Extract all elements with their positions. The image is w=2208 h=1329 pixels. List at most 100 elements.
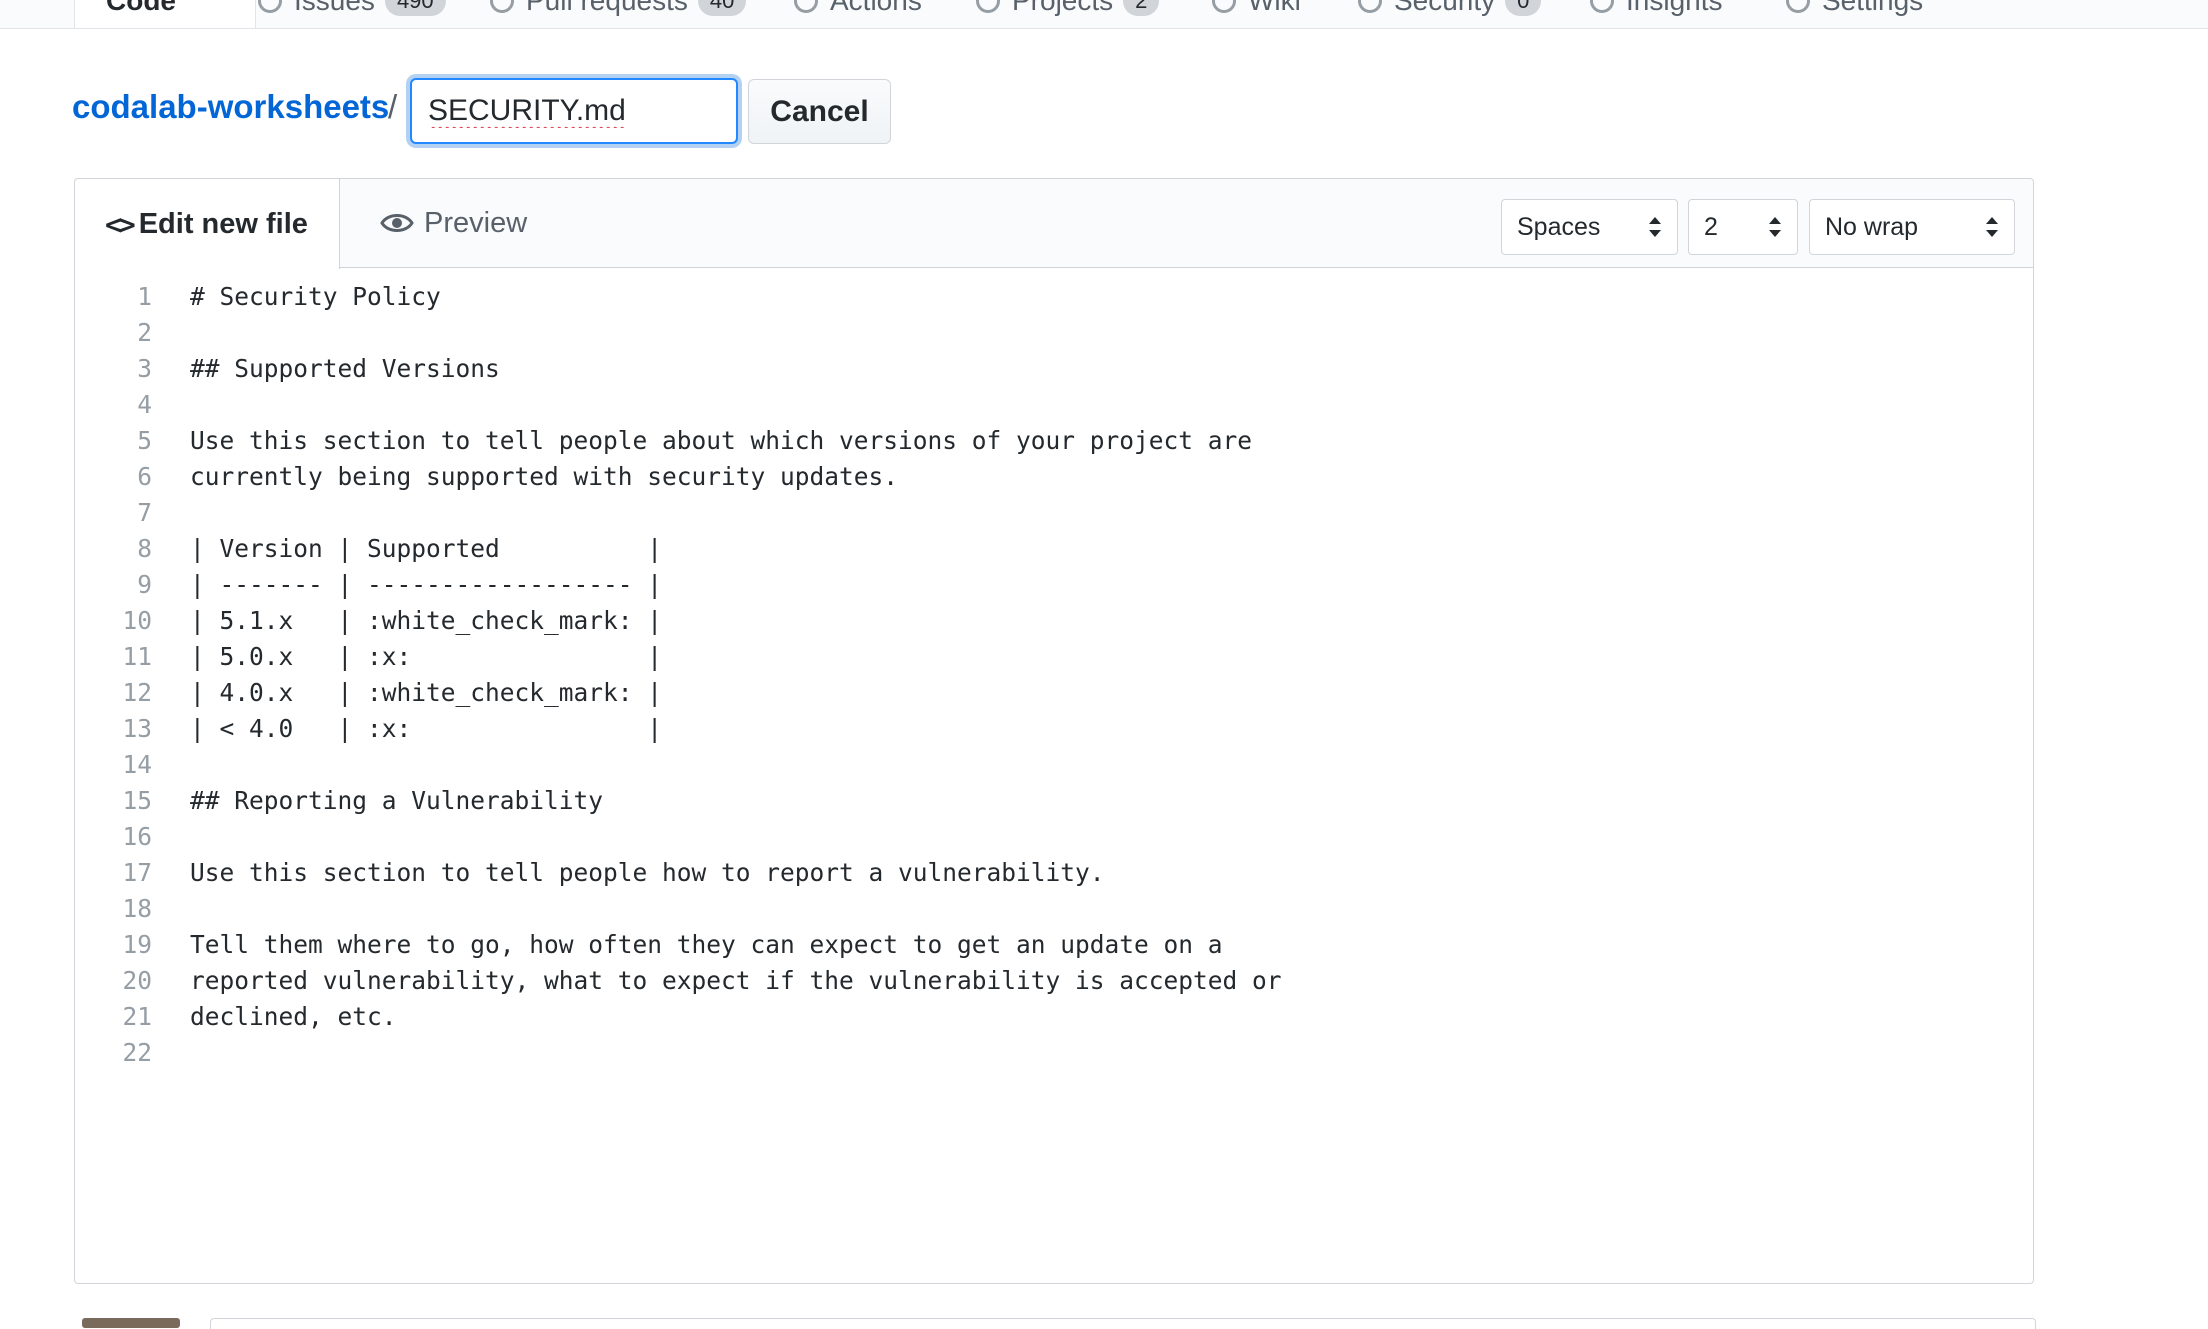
- line-number: 7: [137, 498, 152, 527]
- repo-tab-settings[interactable]: Settings: [1786, 0, 1923, 24]
- repo-name-link[interactable]: codalab-worksheets: [72, 88, 389, 126]
- counter-badge: 2: [1123, 0, 1160, 16]
- gear-icon: [1786, 0, 1810, 13]
- pull-request-icon: [490, 0, 514, 13]
- tab-label: Preview: [424, 206, 528, 239]
- line-number: 16: [122, 822, 152, 851]
- repo-tab-label: Actions: [830, 0, 922, 16]
- repo-tab-wiki[interactable]: Wiki: [1212, 0, 1301, 24]
- tab-edit-new-file[interactable]: <> Edit new file: [74, 178, 340, 269]
- shield-icon: [1358, 0, 1382, 13]
- counter-badge: 0: [1505, 0, 1542, 16]
- eye-icon: [380, 214, 414, 232]
- counter-badge: 490: [384, 0, 446, 16]
- line-number: 17: [122, 858, 152, 887]
- code-line[interactable]: 15 ## Reporting a Vulnerability: [75, 783, 2033, 819]
- code-line[interactable]: 9 | ------- | ------------------ |: [75, 567, 2033, 603]
- code-line[interactable]: 20 reported vulnerability, what to expect…: [75, 963, 2033, 999]
- line-number: 10: [122, 606, 152, 635]
- code-line[interactable]: 12 | 4.0.x | :white_check_mark: |: [75, 675, 2033, 711]
- line-text[interactable]: | 4.0.x | :white_check_mark: |: [190, 675, 662, 711]
- line-number: 1: [137, 282, 152, 311]
- line-number: 5: [137, 426, 152, 455]
- breadcrumb-separator: /: [388, 88, 398, 125]
- repo-tab-code[interactable]: Code: [106, 0, 176, 24]
- line-text[interactable]: | Version | Supported |: [190, 531, 662, 567]
- line-text[interactable]: # Security Policy: [190, 279, 441, 315]
- repo-tab-label: Issues: [294, 0, 375, 16]
- code-line[interactable]: 14: [75, 747, 2033, 783]
- line-number: 9: [137, 570, 152, 599]
- code-line[interactable]: 22: [75, 1035, 2033, 1071]
- repo-tab-actions[interactable]: Actions: [794, 0, 922, 24]
- line-text[interactable]: declined, etc.: [190, 999, 397, 1035]
- line-number: 18: [122, 894, 152, 923]
- repo-tab-pull-requests[interactable]: Pull requests 40: [490, 0, 747, 24]
- line-number: 3: [137, 354, 152, 383]
- code-line[interactable]: 6 currently being supported with security…: [75, 459, 2033, 495]
- code-line[interactable]: 10 | 5.1.x | :white_check_mark: |: [75, 603, 2033, 639]
- code-line[interactable]: 5 Use this section to tell people about w…: [75, 423, 2033, 459]
- issue-icon: [258, 0, 282, 13]
- line-text[interactable]: | ------- | ------------------ |: [190, 567, 662, 603]
- line-text[interactable]: | 5.1.x | :white_check_mark: |: [190, 603, 662, 639]
- code-line[interactable]: 4: [75, 387, 2033, 423]
- line-number: 20: [122, 966, 152, 995]
- line-text[interactable]: | 5.0.x | :x: |: [190, 639, 662, 675]
- commit-box: [210, 1318, 2036, 1329]
- line-text[interactable]: currently being supported with security …: [190, 459, 898, 495]
- repo-tab-insights[interactable]: Insights: [1590, 0, 1723, 24]
- select-arrows-icon: [1769, 217, 1781, 237]
- book-icon: [1212, 0, 1236, 13]
- code-line[interactable]: 2: [75, 315, 2033, 351]
- repo-tab-projects[interactable]: Projects 2: [976, 0, 1160, 24]
- repo-tab-label: Projects: [1012, 0, 1114, 16]
- line-number: 2: [137, 318, 152, 347]
- select-arrows-icon: [1986, 217, 1998, 237]
- line-number: 11: [122, 642, 152, 671]
- code-line[interactable]: 21 declined, etc.: [75, 999, 2033, 1035]
- line-number: 4: [137, 390, 152, 419]
- repo-tab-issues[interactable]: Issues 490: [258, 0, 446, 24]
- code-line[interactable]: 16: [75, 819, 2033, 855]
- line-number: 14: [122, 750, 152, 779]
- line-text[interactable]: ## Supported Versions: [190, 351, 500, 387]
- indent-size-select[interactable]: 2: [1688, 199, 1798, 255]
- code-line[interactable]: 1 # Security Policy: [75, 279, 2033, 315]
- code-line[interactable]: 8 | Version | Supported |: [75, 531, 2033, 567]
- wrap-mode-select[interactable]: No wrap: [1809, 199, 2015, 255]
- code-editor-area[interactable]: 1 # Security Policy 2 3 ## Supported Version…: [75, 279, 2033, 1071]
- line-text[interactable]: Use this section to tell people how to r…: [190, 855, 1105, 891]
- repo-nav: Code Issues 490 Pull requests 40 Actions P…: [0, 0, 2208, 29]
- indent-mode-select[interactable]: Spaces: [1501, 199, 1678, 255]
- tab-label: Edit new file: [138, 207, 308, 240]
- code-line[interactable]: 18: [75, 891, 2033, 927]
- code-line[interactable]: 3 ## Supported Versions: [75, 351, 2033, 387]
- graph-icon: [1590, 0, 1614, 13]
- tab-preview[interactable]: Preview: [380, 179, 527, 267]
- repo-tab-security[interactable]: Security 0: [1358, 0, 1542, 24]
- select-arrows-icon: [1649, 217, 1661, 237]
- filename-input[interactable]: [410, 78, 738, 144]
- line-text[interactable]: Use this section to tell people about wh…: [190, 423, 1252, 459]
- line-text[interactable]: ## Reporting a Vulnerability: [190, 783, 603, 819]
- line-number: 13: [122, 714, 152, 743]
- line-number: 15: [122, 786, 152, 815]
- code-line[interactable]: 19 Tell them where to go, how often they …: [75, 927, 2033, 963]
- line-number: 12: [122, 678, 152, 707]
- counter-badge: 40: [697, 0, 747, 16]
- line-text[interactable]: | < 4.0 | :x: |: [190, 711, 662, 747]
- line-number: 19: [122, 930, 152, 959]
- code-line[interactable]: 11 | 5.0.x | :x: |: [75, 639, 2033, 675]
- code-line[interactable]: 7: [75, 495, 2033, 531]
- line-number: 22: [122, 1038, 152, 1067]
- indent-mode-value: Spaces: [1517, 212, 1601, 241]
- code-line[interactable]: 17 Use this section to tell people how to…: [75, 855, 2033, 891]
- repo-tab-label: Pull requests: [526, 0, 688, 16]
- line-text[interactable]: reported vulnerability, what to expect i…: [190, 963, 1282, 999]
- cancel-button[interactable]: Cancel: [748, 79, 891, 144]
- code-line[interactable]: 13 | < 4.0 | :x: |: [75, 711, 2033, 747]
- line-text[interactable]: Tell them where to go, how often they ca…: [190, 927, 1223, 963]
- play-icon: [794, 0, 818, 13]
- line-number: 6: [137, 462, 152, 491]
